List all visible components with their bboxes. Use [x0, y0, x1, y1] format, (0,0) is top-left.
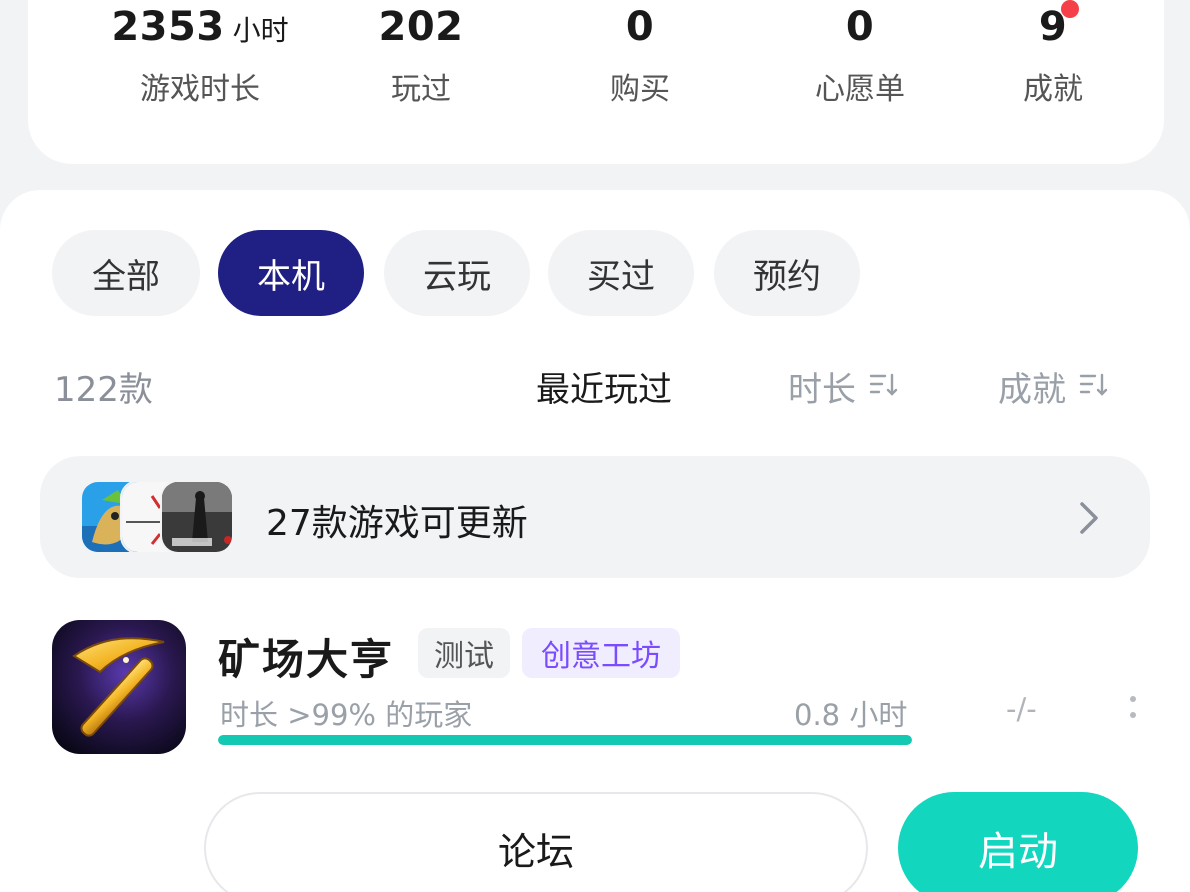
forum-button[interactable]: 论坛 [204, 792, 868, 892]
stat-value: 202 [378, 4, 464, 50]
updates-available-banner[interactable]: 27款游戏可更新 [40, 456, 1150, 578]
sort-duration[interactable]: 时长 [788, 362, 898, 411]
stat-label: 玩过 [391, 72, 451, 107]
tab-all[interactable]: 全部 [52, 230, 200, 316]
sort-icon [1078, 367, 1108, 407]
stat-label: 购买 [610, 72, 670, 107]
tab-local[interactable]: 本机 [218, 230, 364, 316]
tab-reserved[interactable]: 预约 [714, 230, 860, 316]
stat-label: 游戏时长 [140, 72, 260, 107]
stats-card: 2353 小时 游戏时长 202 玩过 0 购买 0 心愿单 9 成就 [28, 0, 1164, 164]
playtime-progress-bar [218, 735, 912, 745]
tag-test: 测试 [418, 628, 510, 678]
stat-value-row: 9 [943, 4, 1163, 52]
stat-value: 2353 [111, 4, 225, 50]
game-title[interactable]: 矿场大亨 [218, 626, 394, 687]
stat-value-row: 2353 小时 [90, 4, 310, 52]
stat-value-row: 202 [311, 4, 531, 52]
chevron-right-icon [1076, 500, 1100, 540]
playtime-hours: 0.8 小时 [794, 698, 908, 732]
updates-available-text: 27款游戏可更新 [266, 503, 528, 544]
sort-label: 成就 [998, 370, 1066, 410]
stat-value-row: 0 [530, 4, 750, 52]
sort-label: 最近玩过 [536, 370, 672, 410]
notification-dot [1061, 0, 1079, 18]
tab-bought[interactable]: 买过 [548, 230, 694, 316]
game-library-panel: 全部 本机 云玩 买过 预约 122款 最近玩过 时长 成就 27款游戏可更新 … [0, 190, 1190, 892]
sort-label: 时长 [788, 370, 856, 410]
tab-cloud[interactable]: 云玩 [384, 230, 530, 316]
more-vertical-icon[interactable] [1128, 696, 1138, 730]
stat-value: 0 [625, 4, 655, 50]
game-thumb-3 [160, 480, 234, 554]
stat-label: 心愿单 [815, 72, 905, 107]
achievement-progress: -/- [1006, 692, 1037, 726]
pickaxe-icon[interactable] [52, 620, 186, 754]
sort-achievements[interactable]: 成就 [998, 362, 1108, 411]
playtime-rank-text: 时长 >99% 的玩家 [220, 698, 473, 732]
sort-icon [868, 367, 898, 407]
launch-button[interactable]: 启动 [898, 792, 1138, 892]
stat-value: 0 [845, 4, 875, 50]
progress-fill [218, 735, 912, 745]
stat-value-row: 0 [750, 4, 970, 52]
tag-workshop[interactable]: 创意工坊 [522, 628, 680, 678]
stat-unit: 小时 [232, 14, 289, 47]
stat-label: 成就 [1023, 72, 1083, 107]
sort-recent[interactable]: 最近玩过 [536, 362, 672, 411]
game-count: 122款 [54, 370, 153, 410]
